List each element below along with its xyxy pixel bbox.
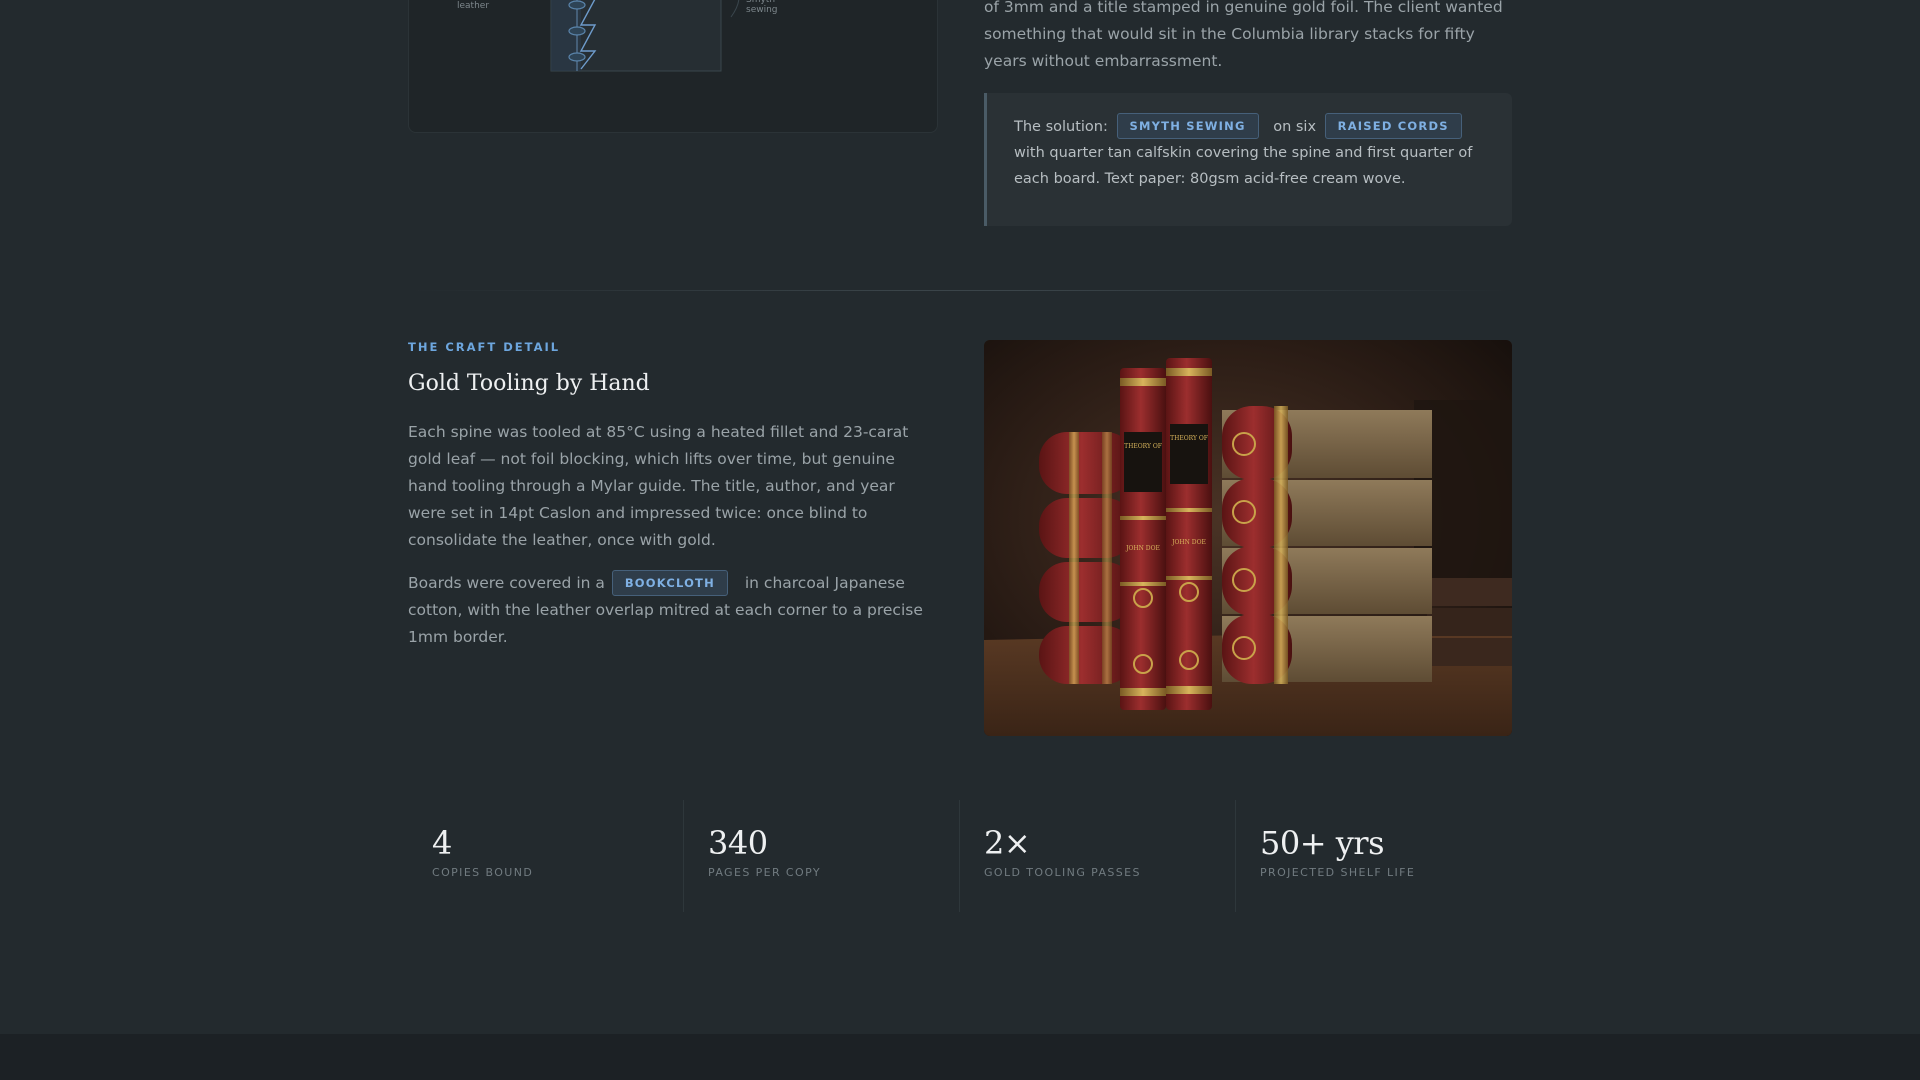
section-title: Gold Tooling by Hand — [408, 371, 650, 396]
stat-value: 4 — [432, 824, 452, 862]
footer — [0, 1034, 1920, 1080]
tag-raised-cords: RAISED CORDS — [1324, 113, 1462, 139]
craft-paragraph-2: Boards were covered in a BOOKCLOTH in ch… — [408, 570, 936, 651]
stat-label: PAGES PER COPY — [708, 866, 821, 879]
diagram-label-leather: leather — [457, 1, 490, 11]
binding-diagram-card: leather Smyth sewing — [408, 0, 938, 133]
stat-value: 2× — [984, 824, 1031, 862]
books-illustration: THEORY OF THEORY OF JOHN DOE JOHN DOE — [984, 340, 1512, 736]
solution-lead: The solution: — [1014, 119, 1108, 135]
binding-diagram — [550, 0, 740, 72]
stats-row: 4 COPIES BOUND 340 PAGES PER COPY 2× GOL… — [408, 800, 1512, 912]
section-eyebrow: THE CRAFT DETAIL — [408, 340, 561, 354]
stat-value: 50+ yrs — [1260, 824, 1385, 862]
stat-pages-per-copy: 340 PAGES PER COPY — [684, 800, 960, 912]
section-divider — [408, 290, 1512, 291]
spine-author-right: JOHN DOE — [1171, 539, 1206, 546]
diagram-label-smyth-sewing: Smyth sewing — [746, 0, 778, 15]
stat-gold-tooling-passes: 2× GOLD TOOLING PASSES — [960, 800, 1236, 912]
solution-callout: The solution: SMYTH SEWING on six RAISED… — [984, 93, 1512, 226]
spine-author-left: JOHN DOE — [1125, 545, 1160, 552]
spine-title-left: THEORY OF — [1124, 443, 1162, 450]
stat-copies-bound: 4 COPIES BOUND — [408, 800, 684, 912]
solution-rest: with quarter tan calfskin covering the s… — [1014, 145, 1473, 187]
solution-mid: on six — [1273, 119, 1317, 135]
craft-paragraph-1: Each spine was tooled at 85°C using a he… — [408, 423, 909, 549]
stat-label: PROJECTED SHELF LIFE — [1260, 866, 1416, 879]
stat-value: 340 — [708, 824, 768, 862]
stat-label: COPIES BOUND — [432, 866, 534, 879]
craft-paragraph-2-lead: Boards were covered in a — [408, 574, 605, 592]
bound-books-photo: THEORY OF THEORY OF JOHN DOE JOHN DOE — [984, 340, 1512, 736]
intro-paragraph: of 3mm and a title stamped in genuine go… — [984, 0, 1503, 70]
stat-projected-shelf-life: 50+ yrs PROJECTED SHELF LIFE — [1236, 800, 1512, 912]
stat-label: GOLD TOOLING PASSES — [984, 866, 1141, 879]
tag-bookcloth: BOOKCLOTH — [611, 570, 728, 596]
tag-smyth-sewing: SMYTH SEWING — [1116, 113, 1259, 139]
spine-title-right: THEORY OF — [1170, 435, 1208, 442]
